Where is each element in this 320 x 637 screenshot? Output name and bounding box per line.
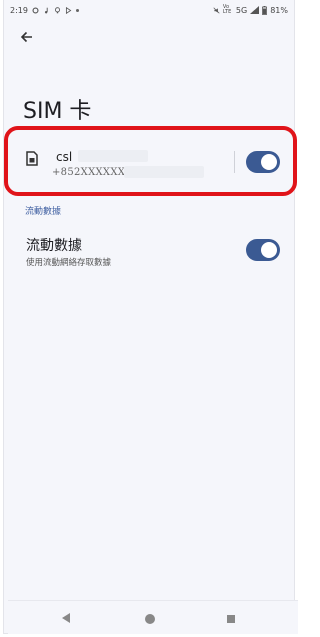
mobile-data-title: 流動數據 [26,238,82,254]
phone-screen: 2:19 Vo LTE 5G 81% SIM 卡 csl +852XXXXXXX… [3,0,298,634]
settings-icon [32,6,39,14]
home-circle-icon[interactable] [145,614,155,624]
arrow-left-icon[interactable] [19,29,35,45]
signal-icon [250,6,260,14]
volte-label: Vo LTE [222,4,232,15]
bulb-icon [54,6,60,13]
status-time: 2:19 [10,5,28,15]
back-triangle-icon[interactable] [62,613,71,623]
battery-icon [262,5,268,15]
recents-square-icon[interactable] [227,615,235,623]
mobile-data-subtitle: 使用流動網絡存取數據 [26,258,112,268]
annotation-highlight-box [4,126,297,196]
play-store-icon [65,6,72,14]
music-note-icon [44,7,48,13]
status-bar: 2:19 Vo LTE 5G 81% [10,3,288,17]
navigation-bar [8,600,298,634]
toggle-knob [261,242,277,258]
battery-percent: 81% [270,5,288,15]
network-type: 5G [235,5,248,15]
mobile-data-row[interactable]: 流動數據 使用流動網絡存取數據 [16,228,292,272]
mute-icon [213,6,220,14]
notification-dot [75,8,79,12]
mobile-data-toggle[interactable] [246,239,280,261]
section-header-mobile-data: 流動數據 [25,207,62,217]
page-title: SIM 卡 [23,99,92,124]
